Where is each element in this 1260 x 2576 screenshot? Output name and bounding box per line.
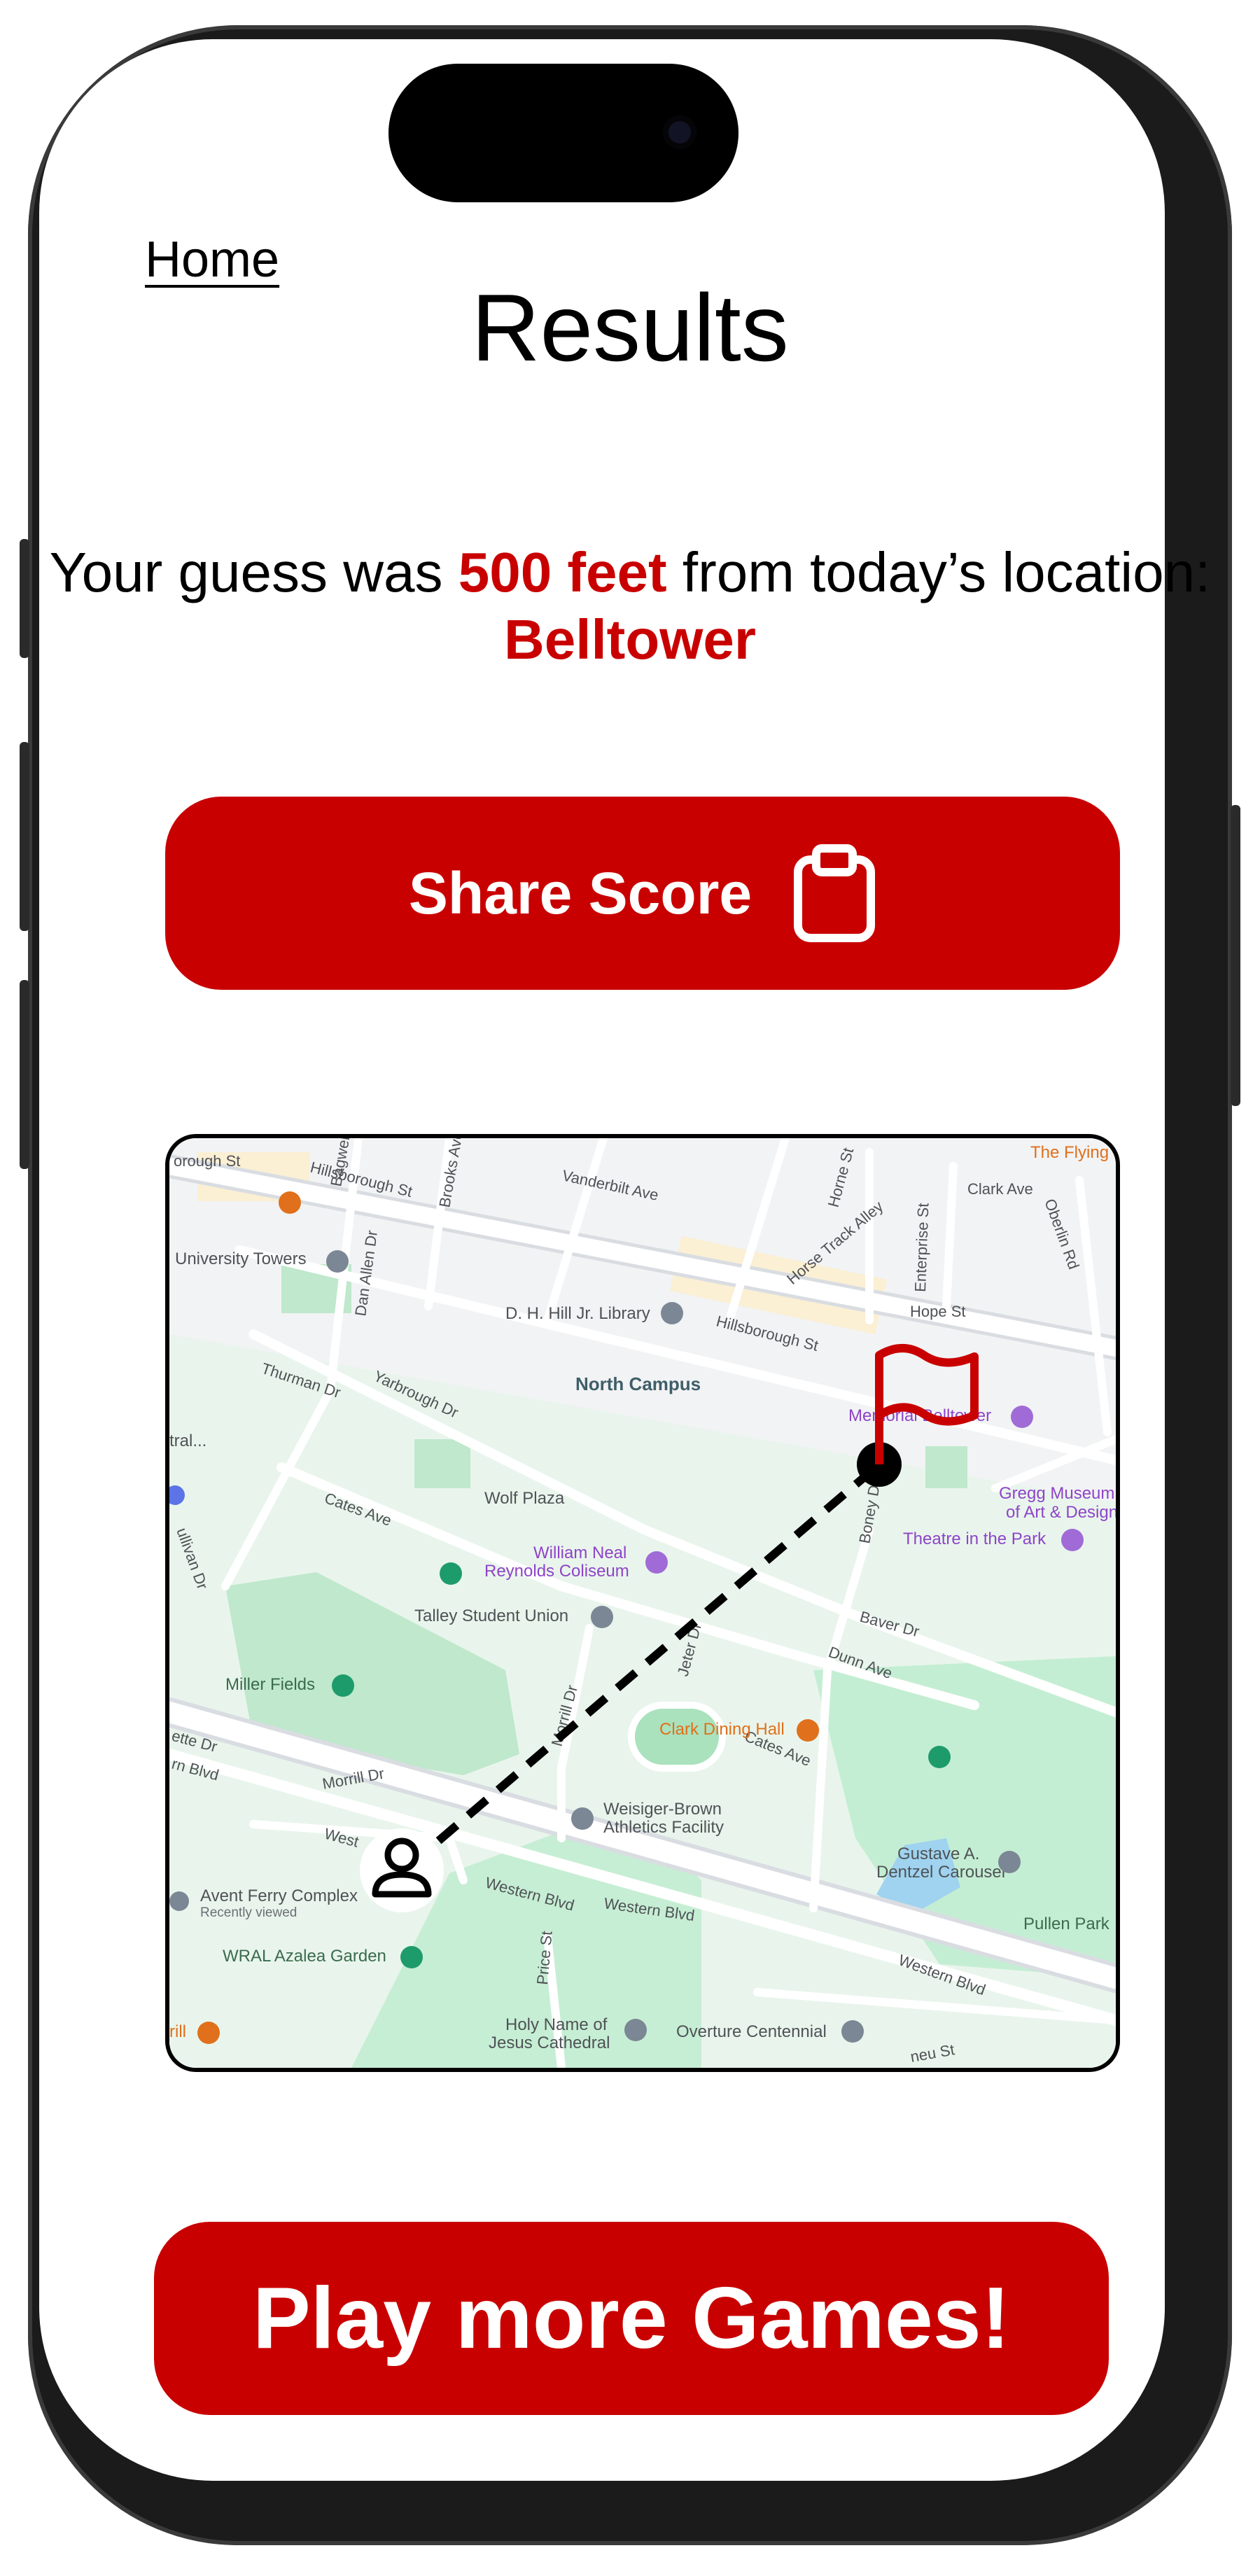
map[interactable]: orough St Hillsborough St Vanderbilt Ave… bbox=[165, 1134, 1120, 2072]
map-label: Wolf Plaza bbox=[484, 1489, 565, 1508]
map-label: WRAL Azalea Garden bbox=[223, 1947, 386, 1966]
map-label: Recently viewed bbox=[200, 1905, 297, 1920]
map-label: Dentzel Carousel bbox=[876, 1863, 1005, 1882]
map-label: The Flying bbox=[1030, 1143, 1109, 1162]
restaurant-icon bbox=[197, 2022, 220, 2044]
map-label: tral... bbox=[169, 1432, 206, 1450]
page-title: Results bbox=[471, 274, 789, 381]
result-middle: from today’s location: bbox=[666, 541, 1211, 603]
garden-icon bbox=[400, 1946, 423, 1968]
map-label: Holy Name of bbox=[505, 2015, 608, 2034]
map-label: rill bbox=[169, 2022, 186, 2041]
map-label: Jesus Cathedral bbox=[489, 2033, 610, 2052]
map-label: of Art & Design bbox=[1006, 1503, 1116, 1522]
map-label: Clark Dining Hall bbox=[659, 1720, 785, 1739]
park-icon bbox=[332, 1674, 354, 1697]
green-block bbox=[414, 1439, 470, 1488]
result-prefix: Your guess was bbox=[49, 541, 458, 603]
map-label: North Campus bbox=[575, 1373, 701, 1394]
map-label: orough St bbox=[174, 1152, 240, 1170]
play-more-games-label: Play more Games! bbox=[252, 2270, 1011, 2367]
camera-icon bbox=[663, 115, 696, 149]
map-label: University Towers bbox=[175, 1250, 307, 1268]
history-icon bbox=[169, 1891, 189, 1911]
result-text: Your guess was 500 feet from today’s loc… bbox=[0, 539, 1260, 673]
poi-marker-icon bbox=[440, 1562, 462, 1585]
result-distance: 500 feet bbox=[458, 541, 667, 603]
landmark-icon bbox=[1011, 1406, 1033, 1428]
map-label: Miller Fields bbox=[225, 1675, 315, 1694]
map-label: Enterprise St bbox=[911, 1203, 932, 1292]
map-label: Theatre in the Park bbox=[903, 1530, 1046, 1548]
map-label: Pullen Park bbox=[1023, 1914, 1110, 1933]
play-more-games-button[interactable]: Play more Games! bbox=[154, 2222, 1109, 2415]
church-icon bbox=[624, 2019, 647, 2041]
result-location: Belltower bbox=[503, 608, 757, 671]
map-canvas[interactable]: orough St Hillsborough St Vanderbilt Ave… bbox=[169, 1138, 1116, 2068]
volume-down-button bbox=[20, 980, 29, 1169]
stadium-icon bbox=[645, 1551, 668, 1574]
theatre-icon bbox=[1061, 1529, 1084, 1551]
map-label: William Neal bbox=[533, 1544, 626, 1562]
poi-marker-icon bbox=[571, 1807, 594, 1830]
poi-marker-icon bbox=[998, 1851, 1021, 1873]
restaurant-icon bbox=[279, 1191, 301, 1214]
map-label: Clark Ave bbox=[967, 1180, 1033, 1198]
share-score-button[interactable]: Share Score bbox=[165, 797, 1120, 990]
poi-marker-icon bbox=[591, 1606, 613, 1628]
map-label: Talley Student Union bbox=[414, 1606, 568, 1625]
map-label: Gregg Museum bbox=[999, 1484, 1114, 1503]
clipboard-icon bbox=[794, 844, 876, 942]
map-label: Hope St bbox=[910, 1303, 966, 1320]
volume-up-button bbox=[20, 742, 29, 931]
person-icon[interactable] bbox=[360, 1828, 444, 1912]
map-label: D. H. Hill Jr. Library bbox=[505, 1304, 650, 1323]
library-icon bbox=[661, 1302, 683, 1324]
restaurant-icon bbox=[797, 1719, 819, 1742]
map-label: Avent Ferry Complex bbox=[200, 1886, 358, 1905]
map-label: Overture Centennial bbox=[676, 2022, 827, 2041]
dynamic-island bbox=[388, 64, 738, 202]
green-block bbox=[925, 1446, 967, 1488]
map-label: Athletics Facility bbox=[603, 1818, 724, 1837]
map-label: Gustave A. bbox=[897, 1844, 979, 1863]
map-label: Reynolds Coliseum bbox=[484, 1562, 629, 1581]
poi-marker-icon bbox=[326, 1250, 349, 1273]
park-icon bbox=[928, 1746, 951, 1768]
map-label: Weisiger-Brown bbox=[603, 1800, 722, 1819]
poi-marker-icon bbox=[841, 2020, 864, 2043]
share-score-label: Share Score bbox=[408, 860, 752, 926]
power-button bbox=[1231, 805, 1240, 1106]
